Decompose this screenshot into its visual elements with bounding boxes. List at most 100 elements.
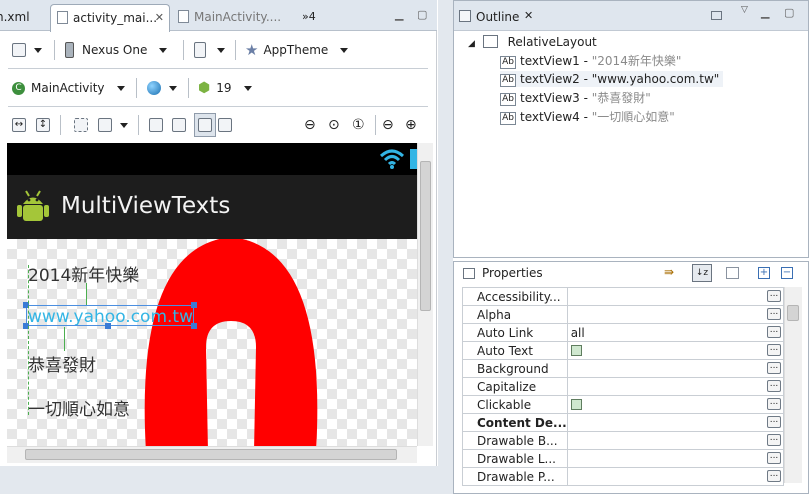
resize-handle[interactable] bbox=[105, 323, 111, 329]
resize-handle[interactable] bbox=[191, 323, 197, 329]
property-value[interactable]: ... bbox=[566, 359, 785, 378]
toolbar-divider bbox=[183, 40, 184, 60]
fill-width-button[interactable]: ↔ bbox=[12, 113, 26, 137]
collapse-all-icon[interactable] bbox=[711, 11, 722, 20]
scroll-thumb[interactable] bbox=[787, 305, 799, 321]
ellipsis-button[interactable]: ... bbox=[767, 470, 781, 482]
outline-node-textview1[interactable]: Ab textView1 - "2014新年快樂" bbox=[500, 53, 681, 69]
tab-overflow-button[interactable]: »4 bbox=[302, 4, 324, 30]
locale-dropdown[interactable] bbox=[147, 76, 177, 100]
star-icon: ★ bbox=[245, 41, 259, 59]
ellipsis-button[interactable]: ... bbox=[767, 452, 781, 464]
property-row[interactable]: Drawable P...... bbox=[462, 467, 785, 486]
zoom-real-size-button[interactable]: ⊖ bbox=[304, 113, 316, 137]
property-row[interactable]: Drawable L...... bbox=[462, 449, 785, 468]
canvas-vertical-scrollbar[interactable] bbox=[417, 143, 433, 446]
ellipsis-button[interactable]: ... bbox=[767, 344, 781, 356]
editor-tab-bar: n.xml activity_mai... ✕ MainActivity....… bbox=[0, 0, 437, 32]
ellipsis-button[interactable]: ... bbox=[767, 362, 781, 374]
baseline-button[interactable] bbox=[149, 113, 163, 137]
resize-handle[interactable] bbox=[191, 302, 197, 308]
api-level: 19 bbox=[216, 81, 232, 95]
categories-icon[interactable] bbox=[726, 267, 739, 279]
property-row[interactable]: Drawable B...... bbox=[462, 431, 785, 450]
tab-xml-file[interactable]: n.xml bbox=[0, 4, 48, 30]
ellipsis-button[interactable]: ... bbox=[767, 308, 781, 320]
ellipsis-button[interactable]: ... bbox=[767, 398, 781, 410]
checkbox[interactable] bbox=[570, 344, 582, 356]
gravity-button[interactable] bbox=[98, 113, 128, 137]
view-menu-icon[interactable]: ▽ bbox=[741, 5, 748, 15]
ellipsis-button[interactable]: ... bbox=[767, 326, 781, 338]
maximize-icon[interactable]: ▢ bbox=[784, 6, 794, 19]
panel-splitter[interactable] bbox=[438, 0, 453, 494]
relative-layout-area[interactable]: 2014新年快樂 www.yahoo.com.tw 恭喜發財 一切順心如意 bbox=[7, 239, 417, 446]
orientation-dropdown[interactable] bbox=[194, 38, 225, 62]
property-row[interactable]: Capitalize... bbox=[462, 377, 785, 396]
tab-activity-main[interactable]: activity_mai... ✕ bbox=[50, 4, 170, 32]
device-dropdown[interactable]: Nexus One bbox=[65, 38, 168, 62]
minimize-icon[interactable]: ▁ bbox=[761, 6, 769, 19]
node-label: textView1 bbox=[520, 54, 580, 68]
ellipsis-button[interactable]: ... bbox=[767, 416, 781, 428]
canvas-horizontal-scrollbar[interactable] bbox=[7, 446, 417, 463]
property-row[interactable]: Content De...... bbox=[462, 413, 785, 432]
filter-icon[interactable]: ⇛ bbox=[664, 265, 674, 279]
device-name: Nexus One bbox=[82, 43, 148, 57]
activity-dropdown[interactable]: C MainActivity bbox=[12, 76, 125, 100]
property-row[interactable]: Auto Link all... bbox=[462, 323, 785, 342]
property-value[interactable]: all... bbox=[566, 323, 785, 342]
ellipsis-button[interactable]: ... bbox=[767, 434, 781, 446]
outline-node-textview3[interactable]: Ab textView3 - "恭喜發財" bbox=[500, 90, 651, 106]
outline-node-textview2[interactable]: Ab textView2 - "www.yahoo.com.tw" bbox=[500, 71, 724, 87]
property-name: Clickable bbox=[462, 395, 568, 414]
scroll-thumb[interactable] bbox=[420, 161, 431, 311]
property-value[interactable]: ... bbox=[566, 395, 785, 414]
zoom-in-button[interactable]: ⊕ bbox=[405, 113, 417, 137]
config-chooser-button[interactable] bbox=[12, 38, 42, 62]
property-row[interactable]: Accessibility...... bbox=[462, 287, 785, 306]
text-view-4[interactable]: 一切順心如意 bbox=[28, 395, 130, 420]
margins-button[interactable] bbox=[74, 113, 88, 137]
property-value[interactable]: ... bbox=[566, 431, 785, 450]
property-row[interactable]: Clickable... bbox=[462, 395, 785, 414]
ellipsis-button[interactable]: ... bbox=[767, 380, 781, 392]
text-view-3[interactable]: 恭喜發財 bbox=[28, 351, 96, 376]
zoom-100-button[interactable]: ① bbox=[352, 113, 365, 137]
zoom-out-button[interactable]: ⊖ bbox=[382, 113, 394, 137]
expand-all-icon[interactable]: + bbox=[758, 267, 770, 279]
checkbox[interactable] bbox=[570, 398, 582, 410]
property-value[interactable]: ... bbox=[566, 377, 785, 396]
api-level-dropdown[interactable]: ⬢ 19 bbox=[198, 76, 252, 100]
distribute-button[interactable] bbox=[172, 113, 186, 137]
device-preview[interactable]: MultiViewTexts 2014新年快樂 www.yahoo.com.tw… bbox=[7, 143, 417, 446]
close-icon[interactable]: ✕ bbox=[524, 9, 533, 22]
property-row[interactable]: Auto Text... bbox=[462, 341, 785, 360]
collapse-all-icon[interactable]: − bbox=[781, 267, 793, 279]
ellipsis-button[interactable]: ... bbox=[767, 290, 781, 302]
outline-node-root[interactable]: ◢ RelativeLayout bbox=[468, 34, 597, 52]
scroll-thumb[interactable] bbox=[25, 449, 397, 460]
minimize-icon[interactable]: ▁ bbox=[395, 8, 403, 21]
maximize-icon[interactable]: ▢ bbox=[417, 8, 427, 21]
property-value[interactable]: ... bbox=[566, 305, 785, 324]
show-structure-button[interactable] bbox=[194, 113, 216, 137]
property-value[interactable]: ... bbox=[566, 287, 785, 306]
sort-alpha-icon[interactable]: ↓z bbox=[692, 264, 712, 282]
property-value[interactable]: ... bbox=[566, 449, 785, 468]
clip-button[interactable] bbox=[218, 113, 232, 137]
properties-scrollbar[interactable] bbox=[784, 287, 802, 483]
zoom-to-fit-button[interactable]: ⊙ bbox=[328, 113, 340, 137]
property-value[interactable]: ... bbox=[566, 413, 785, 432]
theme-dropdown[interactable]: ★ AppTheme bbox=[245, 38, 349, 62]
text-view-1[interactable]: 2014新年快樂 bbox=[28, 261, 139, 286]
property-value[interactable]: ... bbox=[566, 341, 785, 360]
outline-node-textview4[interactable]: Ab textView4 - "一切順心如意" bbox=[500, 109, 675, 125]
tab-main-activity[interactable]: MainActivity.... bbox=[172, 4, 284, 30]
node-label: textView4 bbox=[520, 110, 580, 124]
property-row[interactable]: Alpha... bbox=[462, 305, 785, 324]
close-icon[interactable]: ✕ bbox=[155, 5, 164, 31]
property-value[interactable]: ... bbox=[566, 467, 785, 486]
fill-height-button[interactable]: ↕ bbox=[36, 113, 50, 137]
property-row[interactable]: Background... bbox=[462, 359, 785, 378]
